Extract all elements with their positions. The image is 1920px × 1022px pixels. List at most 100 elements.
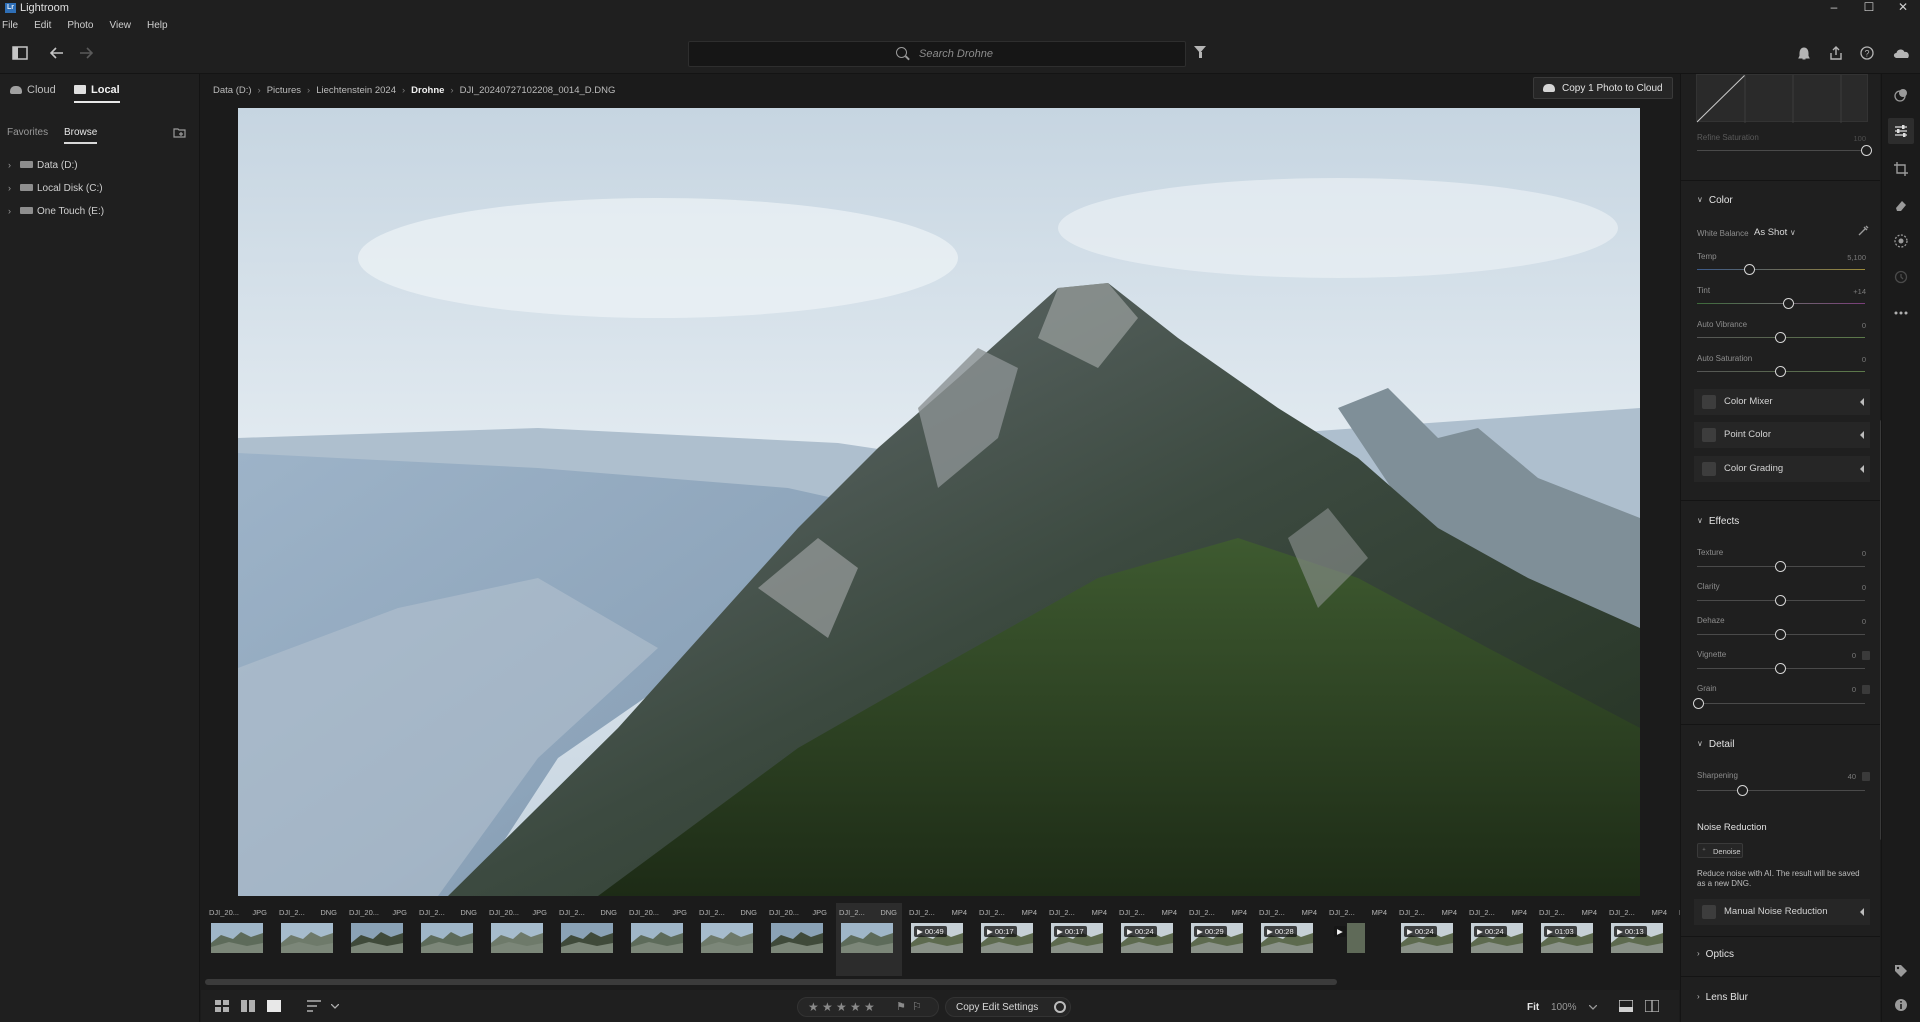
back-arrow-icon[interactable] [50, 47, 64, 59]
chevron-down-icon[interactable] [331, 1004, 339, 1010]
add-folder-icon[interactable] [173, 127, 186, 138]
grid-view-icon[interactable] [215, 1000, 229, 1012]
tree-item-data-d[interactable]: › Data (D:) [8, 160, 78, 171]
vignette-value[interactable]: 0 [1852, 651, 1856, 660]
filmstrip-thumbnail[interactable]: DJI_2... MP4 ▶ 00:28 [1256, 903, 1322, 973]
fit-zoom-button[interactable]: Fit [1527, 1002, 1539, 1013]
search-box[interactable]: Search Drohne [688, 41, 1186, 67]
favorites-tab[interactable]: Favorites [7, 127, 48, 138]
lens-blur-section-header[interactable]: › Lens Blur [1697, 992, 1748, 1003]
filmstrip-toggle-icon[interactable] [1619, 1000, 1633, 1012]
menu-file[interactable]: File [0, 16, 26, 31]
compare-view-icon[interactable] [1645, 1000, 1659, 1012]
maximize-icon[interactable]: ☐ [1855, 0, 1883, 16]
star-icon[interactable]: ★ [836, 1000, 847, 1014]
info-icon[interactable] [1894, 998, 1908, 1012]
detail-view-icon[interactable] [267, 1000, 281, 1012]
bell-icon[interactable] [1798, 47, 1810, 61]
filmstrip-thumbnail[interactable]: DJI_2... DNG [696, 903, 762, 973]
cloud-sync-icon[interactable] [1892, 47, 1912, 59]
filmstrip-thumbnail[interactable]: DJI_2... MP4 ▶ 01:03 [1536, 903, 1602, 973]
temp-slider[interactable] [1697, 269, 1865, 270]
filmstrip-thumbnail[interactable]: DJI_2... MP4 ▶ 00:13 [1606, 903, 1672, 973]
filmstrip-thumbnail[interactable]: DJI_2... MP4 ▶ 00:49 [906, 903, 972, 973]
star-icon[interactable]: ★ [822, 1000, 833, 1014]
denoise-button[interactable]: ⁺ Denoise [1697, 843, 1743, 858]
optics-section-header[interactable]: › Optics [1697, 949, 1734, 960]
close-icon[interactable]: ✕ [1889, 0, 1917, 16]
filmstrip-thumbnail[interactable]: DJI_2... MP4 ▶ 00:17 [1046, 903, 1112, 973]
filter-icon[interactable] [1194, 46, 1206, 58]
sharpening-knob[interactable] [1737, 785, 1748, 796]
refine-saturation-slider[interactable] [1697, 150, 1865, 151]
filmstrip-thumbnail[interactable]: DJI_2... MP4 ▶ 00:29 [1186, 903, 1252, 973]
crop-icon[interactable] [1894, 162, 1908, 176]
more-options-icon[interactable] [1894, 306, 1908, 320]
tint-slider[interactable] [1697, 303, 1865, 304]
eyedropper-icon[interactable] [1857, 225, 1869, 237]
copy-to-cloud-button[interactable]: Copy 1 Photo to Cloud [1533, 77, 1673, 99]
point-color-row[interactable]: Point Color [1694, 422, 1870, 448]
square-grid-view-icon[interactable] [241, 1000, 255, 1012]
auto-vibrance-knob[interactable] [1775, 332, 1786, 343]
breadcrumb-item[interactable]: Pictures [267, 85, 301, 96]
detail-section-header[interactable]: ∨ Detail [1697, 739, 1734, 750]
menu-edit[interactable]: Edit [26, 16, 59, 31]
share-icon[interactable] [1829, 46, 1843, 60]
breadcrumb-item-current-folder[interactable]: Drohne [411, 85, 444, 96]
grain-expand-icon[interactable] [1862, 685, 1870, 694]
filmstrip-thumbnail[interactable]: DJI_2... MP4 ▶ 00:24 [1466, 903, 1532, 973]
color-mixer-row[interactable]: Color Mixer [1694, 389, 1870, 415]
local-tab[interactable]: Local [74, 84, 120, 103]
masking-icon[interactable] [1894, 234, 1908, 248]
copy-edit-settings-button[interactable]: Copy Edit Settings [945, 997, 1071, 1017]
color-grading-row[interactable]: Color Grading [1694, 456, 1870, 482]
dehaze-value[interactable]: 0 [1862, 617, 1866, 626]
cloud-tab[interactable]: Cloud [10, 84, 56, 96]
vignette-expand-icon[interactable] [1862, 651, 1870, 660]
zoom-level-dropdown[interactable]: 100% [1551, 1002, 1577, 1013]
texture-value[interactable]: 0 [1862, 549, 1866, 558]
sharpening-value[interactable]: 40 [1848, 772, 1856, 781]
keywords-tag-icon[interactable] [1894, 964, 1908, 978]
reject-flag-icon[interactable]: ⚐ [912, 1000, 922, 1013]
dehaze-knob[interactable] [1775, 629, 1786, 640]
forward-arrow-icon[interactable] [79, 47, 93, 59]
filmstrip-thumbnail[interactable]: DJI_20... JPG [486, 903, 552, 973]
filmstrip-thumbnail[interactable]: DJI_2... MP4 ▶ 00:24 [1116, 903, 1182, 973]
filmstrip-thumbnail[interactable]: DJI_2... DNG [556, 903, 622, 973]
panel-toggle-icon[interactable] [12, 46, 28, 60]
effects-section-header[interactable]: ∨ Effects [1697, 516, 1739, 527]
flag-icon[interactable]: ⚑ [896, 1000, 906, 1013]
browse-tab[interactable]: Browse [64, 127, 98, 144]
grain-value[interactable]: 0 [1852, 685, 1856, 694]
menu-photo[interactable]: Photo [59, 16, 101, 31]
grain-slider[interactable] [1697, 703, 1865, 704]
presets-icon[interactable] [1894, 88, 1908, 102]
breadcrumb-item[interactable]: Data (D:) [213, 85, 252, 96]
star-icon[interactable]: ★ [864, 1000, 875, 1014]
white-balance-dropdown[interactable]: As Shot ∨ [1754, 227, 1796, 238]
main-photo[interactable] [238, 108, 1640, 896]
vignette-knob[interactable] [1775, 663, 1786, 674]
temp-knob[interactable] [1744, 264, 1755, 275]
color-section-header[interactable]: ∨ Color [1697, 195, 1733, 206]
filmstrip-thumbnail[interactable]: DJI_2... MP4 ▶ 00:17 [976, 903, 1042, 973]
filmstrip-thumbnail[interactable]: DJI_20... JPG [626, 903, 692, 973]
clarity-knob[interactable] [1775, 595, 1786, 606]
tree-item-one-touch-e[interactable]: › One Touch (E:) [8, 206, 104, 217]
star-icon[interactable]: ★ [850, 1000, 861, 1014]
clarity-value[interactable]: 0 [1862, 583, 1866, 592]
versions-history-icon[interactable] [1894, 270, 1908, 284]
tint-value[interactable]: +14 [1853, 287, 1866, 296]
filmstrip-thumbnail[interactable]: DJI_2... DNG [836, 903, 902, 976]
menu-help[interactable]: Help [139, 16, 176, 31]
sharpening-expand-icon[interactable] [1862, 772, 1870, 781]
hsl-curve-graph[interactable] [1696, 74, 1868, 123]
temp-value[interactable]: 5,100 [1847, 253, 1866, 262]
sort-icon[interactable] [307, 1000, 323, 1012]
menu-view[interactable]: View [102, 16, 140, 31]
texture-knob[interactable] [1775, 561, 1786, 572]
filmstrip-thumbnail[interactable]: DJI_2... MP4 ▶ [1326, 903, 1392, 973]
star-icon[interactable]: ★ [808, 1000, 819, 1014]
